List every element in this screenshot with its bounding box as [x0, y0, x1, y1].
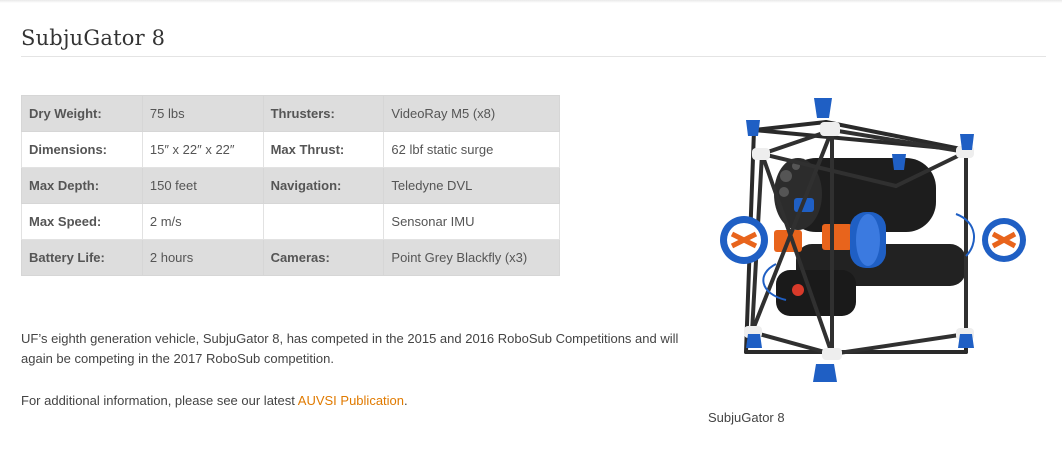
- subjugator-vehicle-image: [720, 98, 1026, 382]
- spec-value: 62 lbf static surge: [383, 131, 560, 168]
- spec-label: Cameras:: [262, 239, 385, 276]
- spec-label: Dry Weight:: [21, 95, 143, 132]
- spec-value: 75 lbs: [141, 95, 264, 132]
- page-title: SubjuGator 8: [21, 26, 166, 50]
- spec-label: Max Thrust:: [262, 131, 385, 168]
- spec-value: 15″ x 22″ x 22″: [141, 131, 264, 168]
- spec-value: VideoRay M5 (x8): [383, 95, 560, 132]
- table-row: Dry Weight: 75 lbs Thrusters: VideoRay M…: [21, 95, 560, 132]
- title-divider: [21, 56, 1046, 57]
- table-row: Battery Life: 2 hours Cameras: Point Gre…: [21, 239, 560, 276]
- specs-table: Dry Weight: 75 lbs Thrusters: VideoRay M…: [21, 95, 560, 276]
- table-row: Max Speed: 2 m/s Sensonar IMU: [21, 203, 560, 240]
- spec-label: Dimensions:: [21, 131, 143, 168]
- spec-label: Navigation:: [262, 167, 385, 204]
- info-suffix: .: [404, 393, 408, 408]
- vehicle-description: UF’s eighth generation vehicle, SubjuGat…: [21, 331, 679, 366]
- table-row: Dimensions: 15″ x 22″ x 22″ Max Thrust: …: [21, 131, 560, 168]
- info-prefix: For additional information, please see o…: [21, 393, 298, 408]
- image-caption: SubjuGator 8: [708, 410, 785, 425]
- spec-value: Sensonar IMU: [383, 203, 560, 240]
- spec-value: Point Grey Blackfly (x3): [383, 239, 560, 276]
- auvsi-publication-link[interactable]: AUVSI Publication: [298, 393, 404, 408]
- table-row: Max Depth: 150 feet Navigation: Teledyne…: [21, 167, 560, 204]
- additional-info: For additional information, please see o…: [21, 391, 711, 411]
- spec-value: 2 m/s: [141, 203, 264, 240]
- top-shadow: [0, 0, 1062, 3]
- spec-label: [262, 203, 385, 240]
- spec-value: Teledyne DVL: [383, 167, 560, 204]
- spec-value: 2 hours: [141, 239, 264, 276]
- spec-label: Thrusters:: [262, 95, 385, 132]
- spec-label: Max Speed:: [21, 203, 143, 240]
- spec-label: Max Depth:: [21, 167, 143, 204]
- spec-value: 150 feet: [141, 167, 264, 204]
- spec-label: Battery Life:: [21, 239, 143, 276]
